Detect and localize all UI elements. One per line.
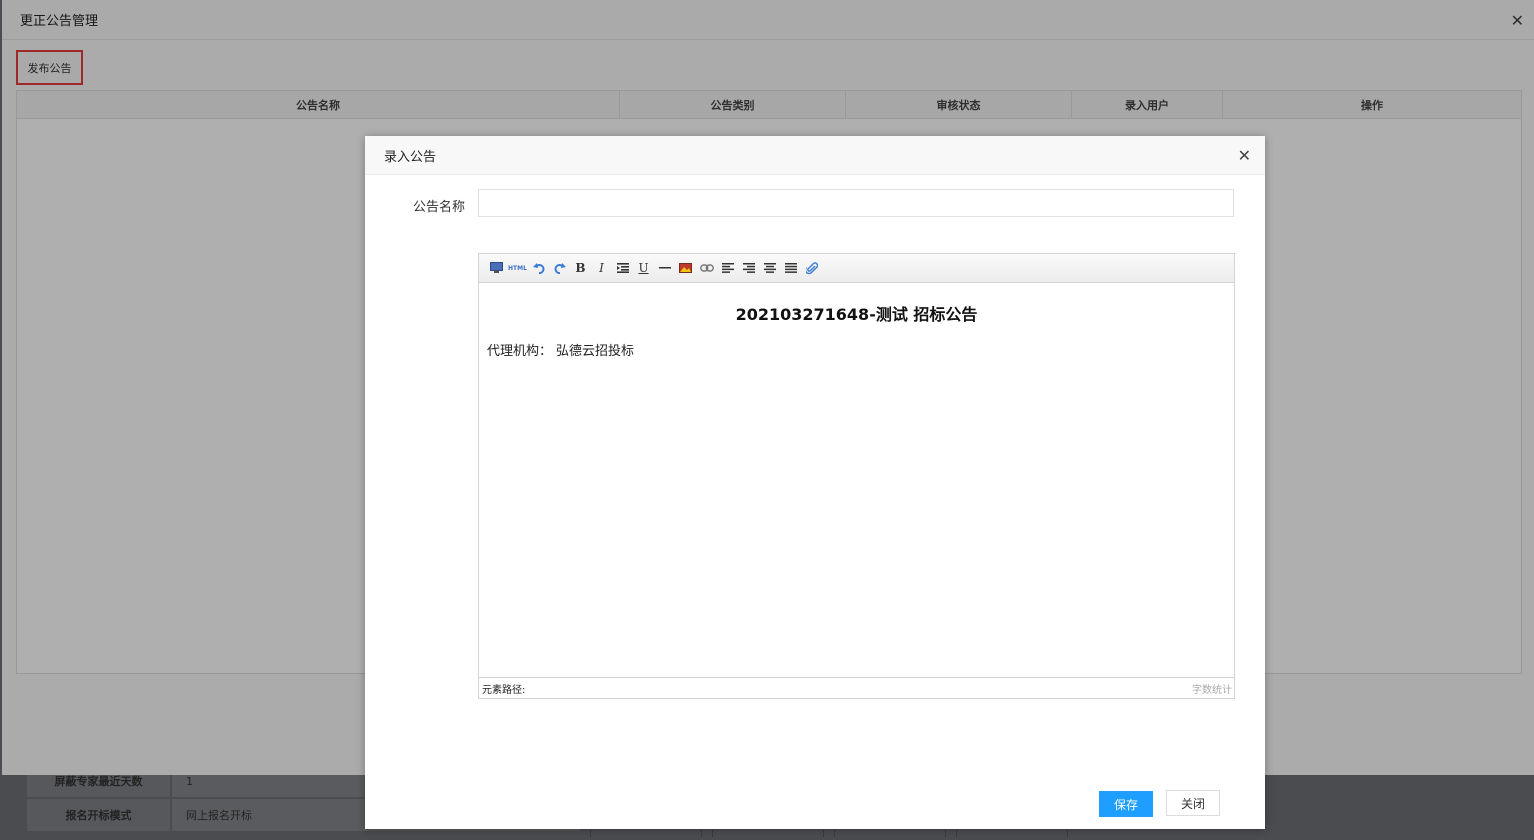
link-icon[interactable] [696, 258, 717, 278]
undo-icon[interactable] [528, 258, 549, 278]
align-center-icon[interactable] [759, 258, 780, 278]
word-count[interactable]: 字数统计 [1192, 681, 1232, 696]
redo-icon[interactable] [549, 258, 570, 278]
attachment-icon[interactable] [801, 258, 822, 278]
element-path: 元素路径: [482, 684, 526, 696]
agency-label: 代理机构： [487, 344, 553, 359]
underline-icon[interactable]: U [633, 258, 654, 278]
save-button[interactable]: 保存 [1099, 791, 1153, 817]
agency-value: 弘德云招投标 [556, 344, 635, 359]
bold-icon[interactable]: B [570, 258, 591, 278]
horizontal-rule-icon[interactable] [654, 258, 675, 278]
editor-content-area[interactable]: 202103271648-测试 招标公告 代理机构： 弘德云招投标 [479, 283, 1234, 678]
enter-announcement-modal: 录入公告 ✕ 公告名称 HTML B I U 202103271648-测试 招… [365, 136, 1265, 829]
italic-icon[interactable]: I [591, 258, 612, 278]
editor-toolbar: HTML B I U [479, 254, 1234, 283]
agency-line: 代理机构： 弘德云招投标 [487, 340, 638, 359]
inner-modal-header: 录入公告 ✕ [365, 136, 1265, 175]
fullscreen-icon[interactable] [486, 258, 507, 278]
html-source-icon[interactable]: HTML [507, 258, 528, 278]
align-left-icon[interactable] [717, 258, 738, 278]
image-icon[interactable] [675, 258, 696, 278]
document-title: 202103271648-测试 招标公告 [735, 305, 978, 324]
editor-statusbar: 元素路径: 字数统计 [479, 677, 1234, 698]
rich-text-editor: HTML B I U 202103271648-测试 招标公告 代理机构： 弘德… [478, 253, 1235, 699]
inner-modal-title: 录入公告 [384, 149, 437, 165]
announcement-name-label: 公告名称 [413, 200, 466, 215]
close-button[interactable]: 关闭 [1166, 790, 1220, 816]
align-justify-icon[interactable] [780, 258, 801, 278]
align-right-icon[interactable] [738, 258, 759, 278]
inner-close-icon[interactable]: ✕ [1238, 148, 1251, 164]
announcement-name-input[interactable] [478, 189, 1234, 217]
indent-icon[interactable] [612, 258, 633, 278]
